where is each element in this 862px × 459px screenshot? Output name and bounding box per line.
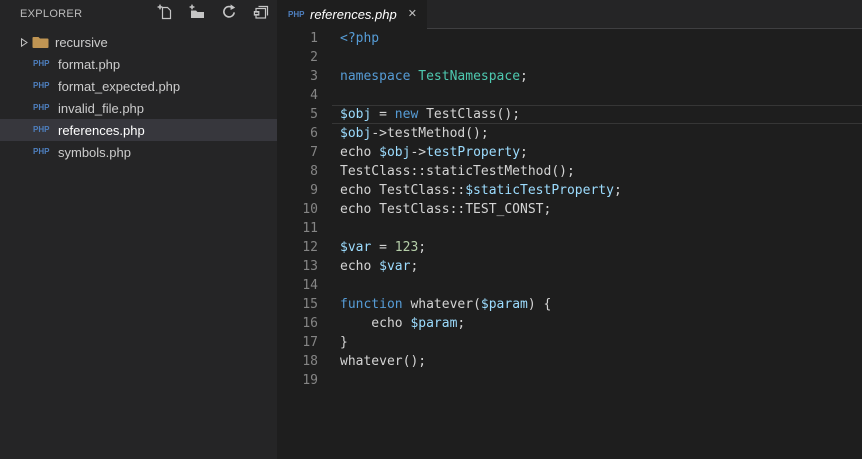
explorer-header: EXPLORER [0,0,277,28]
code-line-content: TestClass::staticTestMethod(); [340,164,575,179]
code-line[interactable]: 9 echo TestClass::$staticTestProperty; [277,181,862,200]
code-line[interactable]: 4 [277,86,862,105]
folder-icon [32,36,49,49]
line-number[interactable]: 13 [277,257,318,276]
explorer-toolbar [156,3,269,25]
sidebar-item-symbols.php[interactable]: PHP symbols.php [0,141,277,163]
code-editor[interactable]: 1 <?php 2 3 namespace TestNamespace; 4 5 $obj =… [277,29,862,390]
line-number[interactable]: 6 [277,124,318,143]
file-tree: recursive PHP format.php PHP format_expected… [0,28,277,163]
php-icon: PHP [33,147,50,156]
line-number[interactable]: 1 [277,29,318,48]
tab-bar: PHP references.php ✕ [277,0,862,29]
file-label: format_expected.php [58,78,181,94]
file-label: symbols.php [58,144,131,160]
line-number[interactable]: 12 [277,238,318,257]
code-line[interactable]: 10 echo TestClass::TEST_CONST; [277,200,862,219]
code-line-content [332,276,862,295]
code-line-content: $var = 123; [340,240,427,255]
new-file-icon [157,4,173,25]
code-line-content: whatever(); [340,354,427,369]
code-line-content [332,86,862,105]
line-number[interactable]: 10 [277,200,318,219]
code-line[interactable]: 13 echo $var; [277,257,862,276]
line-number[interactable]: 4 [277,86,318,105]
php-icon: PHP [33,125,50,134]
php-icon: PHP [33,59,50,68]
editor-group: PHP references.php ✕ 1 <?php 2 3 namespace T… [277,0,862,459]
code-line[interactable]: 7 echo $obj->testProperty; [277,143,862,162]
line-number[interactable]: 14 [277,276,318,295]
code-line[interactable]: 1 <?php [277,29,862,48]
sidebar-item-references.php[interactable]: PHP references.php [0,119,277,141]
line-number[interactable]: 16 [277,314,318,333]
line-number[interactable]: 18 [277,352,318,371]
code-line[interactable]: 6 $obj->testMethod(); [277,124,862,143]
code-line[interactable]: 17} [277,333,862,352]
code-line-content [332,219,862,238]
code-line[interactable]: 15 function whatever($param) { [277,295,862,314]
new-file-button[interactable] [156,4,173,25]
code-line-content: echo $var; [340,259,419,274]
file-label: format.php [58,56,121,72]
code-line[interactable]: 5 $obj = new TestClass(); [277,105,862,124]
code-line-content: echo TestClass::TEST_CONST; [340,202,552,217]
line-number[interactable]: 17 [277,333,318,352]
tab-references-php[interactable]: PHP references.php ✕ [277,0,427,29]
sidebar-item-format.php[interactable]: PHP format.php [0,53,277,75]
code-line-content: echo $param; [340,316,466,331]
code-line-content: } [340,335,348,350]
explorer-title: EXPLORER [20,8,83,20]
line-number[interactable]: 11 [277,219,318,238]
collapse-all-button[interactable] [252,4,269,25]
file-label: invalid_file.php [58,100,145,116]
php-icon: PHP [33,81,50,90]
file-label: references.php [58,122,145,138]
code-line[interactable]: 3 namespace TestNamespace; [277,67,862,86]
line-number[interactable]: 7 [277,143,318,162]
code-line-content [332,371,862,390]
code-line[interactable]: 11 [277,219,862,238]
code-line-content: namespace TestNamespace; [340,69,528,84]
file-label: recursive [55,34,108,50]
code-line[interactable]: 16 echo $param; [277,314,862,333]
code-line[interactable]: 14 [277,276,862,295]
chevron-right-icon [20,37,32,47]
code-line-content: <?php [340,31,380,46]
code-line-content: $obj->testMethod(); [340,126,489,141]
explorer-sidebar: EXPLORER recursive PHP format.php PHP fo… [0,0,277,459]
line-number[interactable]: 19 [277,371,318,390]
php-icon: PHP [33,103,50,112]
sidebar-item-invalid_file.php[interactable]: PHP invalid_file.php [0,97,277,119]
code-line-content: echo $obj->testProperty; [340,145,528,160]
code-line[interactable]: 8 TestClass::staticTestMethod(); [277,162,862,181]
code-line[interactable]: 12 $var = 123; [277,238,862,257]
sidebar-item-folder-recursive[interactable]: recursive [0,31,277,53]
tab-label: references.php [310,7,397,22]
code-line[interactable]: 18 whatever(); [277,352,862,371]
line-number[interactable]: 15 [277,295,318,314]
line-number[interactable]: 3 [277,67,318,86]
php-icon: PHP [288,9,305,19]
collapse-all-icon [253,4,269,25]
code-line[interactable]: 19 [277,371,862,390]
line-number[interactable]: 8 [277,162,318,181]
refresh-icon [221,3,237,25]
code-line-content: $obj = new TestClass(); [332,105,862,124]
new-folder-icon [189,4,205,25]
new-folder-button[interactable] [188,4,205,25]
close-icon[interactable]: ✕ [408,9,417,20]
refresh-button[interactable] [220,3,237,25]
code-line-content: function whatever($param) { [340,297,552,312]
line-number[interactable]: 2 [277,48,318,67]
code-line-content [332,48,862,67]
line-number[interactable]: 5 [277,105,318,124]
vscode-window: { "colors": { "editor_background": "#1E1… [0,0,862,459]
line-number[interactable]: 9 [277,181,318,200]
sidebar-item-format_expected.php[interactable]: PHP format_expected.php [0,75,277,97]
code-line-content: echo TestClass::$staticTestProperty; [340,183,622,198]
code-line[interactable]: 2 [277,48,862,67]
